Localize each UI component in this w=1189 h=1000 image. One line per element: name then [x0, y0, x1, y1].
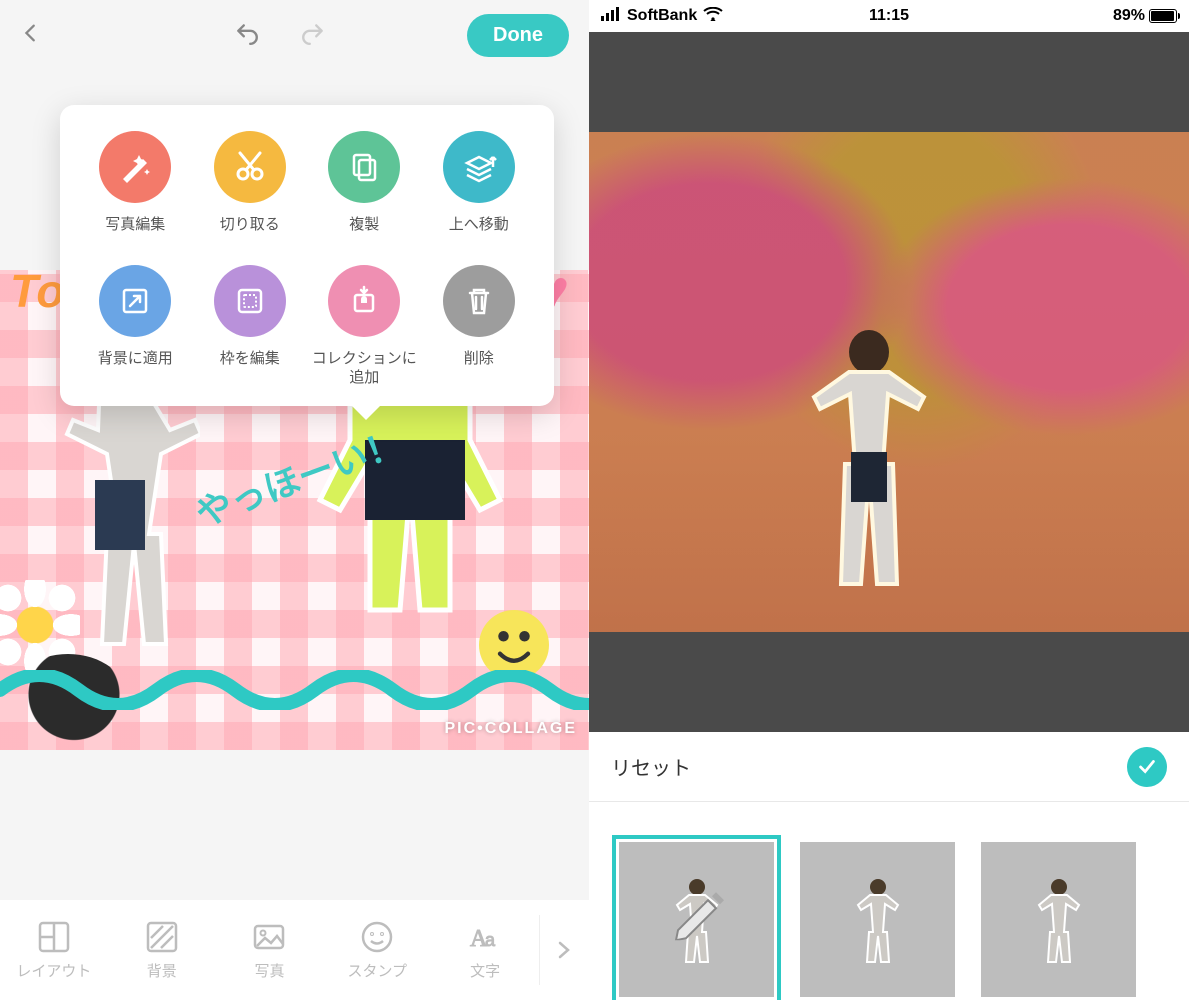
- toolbar-label: 文字: [470, 960, 500, 981]
- popup-item-scissors[interactable]: 切り取る: [193, 131, 308, 235]
- popup-label: 複製: [349, 215, 379, 235]
- filter-thumb-0[interactable]: [619, 842, 774, 997]
- wifi-icon: [703, 7, 723, 26]
- toolbar-label: 背景: [147, 960, 177, 981]
- toolbar-layout[interactable]: レイアウト: [0, 920, 108, 981]
- preview-area[interactable]: [589, 32, 1189, 732]
- popup-label: 上へ移動: [449, 215, 509, 235]
- cutout-on-background[interactable]: [809, 322, 929, 602]
- toolbar-more[interactable]: [539, 915, 589, 985]
- battery-pct: 89%: [1113, 7, 1145, 25]
- toolbar-text[interactable]: Aa文字: [431, 920, 539, 981]
- signal-icon: [601, 7, 621, 26]
- toolbar-photo[interactable]: 写真: [216, 920, 324, 981]
- confirm-button[interactable]: [1127, 747, 1167, 787]
- watermark: PIC•COLLAGE: [445, 720, 578, 738]
- layers-up-icon: [443, 131, 515, 203]
- pencil-icon: [668, 882, 726, 945]
- copy-icon: [328, 131, 400, 203]
- magic-icon: [99, 131, 171, 203]
- popup-item-border[interactable]: 枠を編集: [193, 265, 308, 388]
- preview-image[interactable]: [589, 132, 1189, 632]
- battery-icon: [1149, 9, 1177, 23]
- undo-icon[interactable]: [234, 20, 260, 51]
- popup-item-layers-up[interactable]: 上へ移動: [422, 131, 537, 235]
- collage-canvas[interactable]: To ♥ やっほーい！: [0, 70, 589, 830]
- popup-item-magic[interactable]: 写真編集: [78, 131, 193, 235]
- filter-thumb-1[interactable]: [800, 842, 955, 997]
- toolbar-label: レイアウト: [16, 960, 91, 981]
- filter-thumbnails: [589, 802, 1189, 1000]
- popup-label: 枠を編集: [220, 349, 280, 369]
- popup-item-trash[interactable]: 削除: [422, 265, 537, 388]
- popup-item-add-collection[interactable]: コレクションに追加: [307, 265, 422, 388]
- scissors-icon: [214, 131, 286, 203]
- popup-label: 写真編集: [105, 215, 165, 235]
- popup-item-copy[interactable]: 複製: [307, 131, 422, 235]
- redo-icon[interactable]: [300, 20, 326, 51]
- back-icon[interactable]: [20, 31, 42, 48]
- toolbar-stamp[interactable]: スタンプ: [323, 920, 431, 981]
- popup-label: 切り取る: [220, 215, 280, 235]
- carrier-label: SoftBank: [627, 7, 697, 25]
- expand-icon: [99, 265, 171, 337]
- status-bar: SoftBank 11:15 89%: [589, 0, 1189, 32]
- trash-icon: [443, 265, 515, 337]
- toolbar-background[interactable]: 背景: [108, 920, 216, 981]
- border-icon: [214, 265, 286, 337]
- sticker-to-text[interactable]: To: [10, 264, 65, 318]
- svg-text:a: a: [485, 930, 496, 950]
- toolbar-label: 写真: [254, 960, 284, 981]
- popup-label: 背景に適用: [98, 349, 173, 369]
- popup-item-expand[interactable]: 背景に適用: [78, 265, 193, 388]
- context-menu: 写真編集 切り取る 複製 上へ移動背景に適用 枠を編集 コレクションに追加 削除: [60, 105, 554, 406]
- toolbar-label: スタンプ: [348, 960, 408, 981]
- popup-label: 削除: [464, 349, 494, 369]
- filter-thumb-2[interactable]: [981, 842, 1136, 997]
- sticker-wave-icon[interactable]: [0, 670, 589, 710]
- popup-label: コレクションに追加: [307, 349, 422, 388]
- bottom-toolbar: レイアウト背景写真スタンプAa文字: [0, 900, 589, 1000]
- add-collection-icon: [328, 265, 400, 337]
- done-button[interactable]: Done: [467, 14, 569, 57]
- reset-button[interactable]: リセット: [611, 752, 1127, 781]
- clock: 11:15: [869, 7, 909, 25]
